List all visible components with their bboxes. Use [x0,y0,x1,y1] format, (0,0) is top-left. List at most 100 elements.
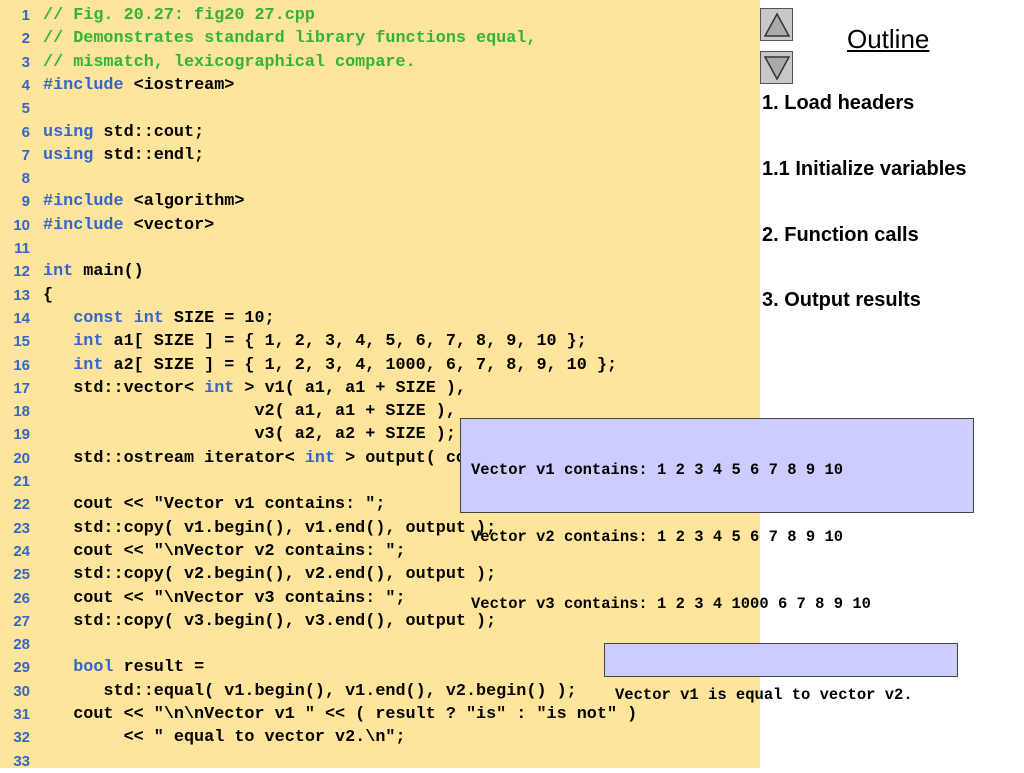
line-number: 9 [21,193,30,211]
output-line: Vector v1 is equal to vector v2. [615,686,913,704]
code-token: v2( a1, a1 + SIZE ), [43,402,456,422]
line-number: 28 [13,636,30,654]
keyword: int [73,355,104,375]
code-text: v2( a1, a1 + SIZE ), [43,400,456,423]
code-text: << " equal to vector v2.\n"; [43,726,406,749]
line-number: 31 [13,706,30,723]
keyword: #include [43,192,124,212]
keyword: #include [43,215,124,235]
code-token: std::vector< [43,378,205,398]
code-token: SIZE = 10; [163,308,275,328]
outline-title[interactable]: Outline [847,24,929,55]
line-number: 24 [13,542,30,560]
code-text: using std::cout; [43,121,204,144]
code-text: #include <iostream> [43,74,234,97]
line-number: 19 [13,426,30,444]
keyword: int [204,378,235,398]
line-number: 4 [21,76,30,94]
line-number: 16 [13,356,30,374]
code-token: << " equal to vector v2.\n"; [43,728,406,748]
code-token: <iostream> [123,75,235,95]
code-text: std::vector< int > v1( a1, a1 + SIZE ), [43,377,466,400]
code-token: <algorithm> [123,192,245,212]
code-text: using std::endl; [43,144,204,167]
line-number: 2 [21,30,30,48]
keyword: using [43,122,94,142]
code-text: int a2[ SIZE ] = { 1, 2, 3, 4, 1000, 6, … [43,354,617,377]
program-output-equal: Vector v1 is equal to vector v2. [604,643,958,704]
line-number: 7 [21,146,30,164]
line-number: 25 [13,566,30,584]
code-text: // Fig. 20.27: fig20 27.cpp [43,4,315,27]
keyword: int [304,448,336,468]
line-number: 30 [13,682,30,700]
line-number: 21 [13,473,30,490]
code-token: std::ostream iterator< [43,448,305,468]
code-text: std::copy( v3.begin(), v3.end(), output … [43,610,496,633]
code-text: int main() [43,260,144,283]
line-number: 12 [13,263,30,281]
comment: // Demonstrates standard library functio… [43,29,537,49]
keyword: const int [73,308,164,328]
output-line: Vector v1 contains: 1 2 3 4 5 6 7 8 9 10 [471,461,844,479]
code-text: { [43,284,53,307]
code-token: std::cout; [93,122,205,142]
line-number: 10 [13,216,30,234]
line-number: 3 [21,53,30,71]
program-output-vectors: Vector v1 contains: 1 2 3 4 5 6 7 8 9 10… [460,418,974,613]
code-token: cout << "\nVector v2 contains: "; [43,541,406,561]
outline-item-load-headers: 1. Load headers [762,92,915,114]
down-triangle-icon [763,55,790,81]
line-number: 15 [13,333,30,351]
line-number: 11 [14,240,30,257]
code-text: cout << "\nVector v3 contains: "; [43,587,405,610]
code-token: result = [113,658,205,678]
code-token: a1[ SIZE ] = { 1, 2, 3, 4, 5, 6, 7, 8, 9… [103,332,587,352]
code-token: cout << "\n\nVector v1 " << ( result ? "… [43,705,638,724]
line-number: 27 [13,612,30,630]
code-token: std::copy( v1.begin(), v1.end(), output … [43,518,497,538]
code-token: std::copy( v2.begin(), v2.end(), output … [43,565,497,585]
output-line: Vector v3 contains: 1 2 3 4 1000 6 7 8 9… [471,595,871,613]
code-text: cout << "\n\nVector v1 " << ( result ? "… [43,703,637,726]
line-number: 23 [13,519,30,537]
outline-item-function-calls: 2. Function calls [762,224,919,246]
line-number: 1 [21,7,30,24]
code-text: std::copy( v2.begin(), v2.end(), output … [43,563,496,586]
code-text: int a1[ SIZE ] = { 1, 2, 3, 4, 5, 6, 7, … [43,330,587,353]
line-number: 20 [13,449,30,467]
line-number: 18 [13,403,30,421]
up-triangle-icon [763,11,790,37]
code-text: cout << "Vector v1 contains: "; [43,493,385,516]
code-token: a2[ SIZE ] = { 1, 2, 3, 4, 1000, 6, 7, 8… [103,355,618,375]
line-number: 5 [21,100,30,118]
comment: // Fig. 20.27: fig20 27.cpp [43,6,315,25]
keyword: using [43,145,94,165]
line-number: 14 [13,309,30,327]
output-line: Vector v2 contains: 1 2 3 4 5 6 7 8 9 10 [471,528,844,546]
line-number: 8 [21,170,30,188]
line-number: 32 [13,729,30,747]
code-text: bool result = [43,656,204,679]
line-number: 22 [13,496,30,514]
code-token: std::endl; [93,145,205,165]
code-token: > v1( a1, a1 + SIZE ), [234,378,466,398]
code-token: <vector> [123,215,215,235]
next-slide-button[interactable] [760,51,793,84]
code-text: #include <vector> [43,214,214,237]
code-text: // mismatch, lexicographical compare. [43,51,416,74]
code-text: #include <algorithm> [43,190,244,213]
code-token: std::equal( v1.begin(), v1.end(), v2.beg… [43,681,577,701]
code-text: std::equal( v1.begin(), v1.end(), v2.beg… [43,680,577,703]
comment: // mismatch, lexicographical compare. [43,52,416,72]
keyword: #include [43,75,124,95]
line-number: 6 [21,123,30,141]
code-token: { [43,285,54,305]
previous-slide-button[interactable] [760,8,793,41]
outline-item-output-results: 3. Output results [762,289,921,311]
code-text: // Demonstrates standard library functio… [43,27,536,50]
